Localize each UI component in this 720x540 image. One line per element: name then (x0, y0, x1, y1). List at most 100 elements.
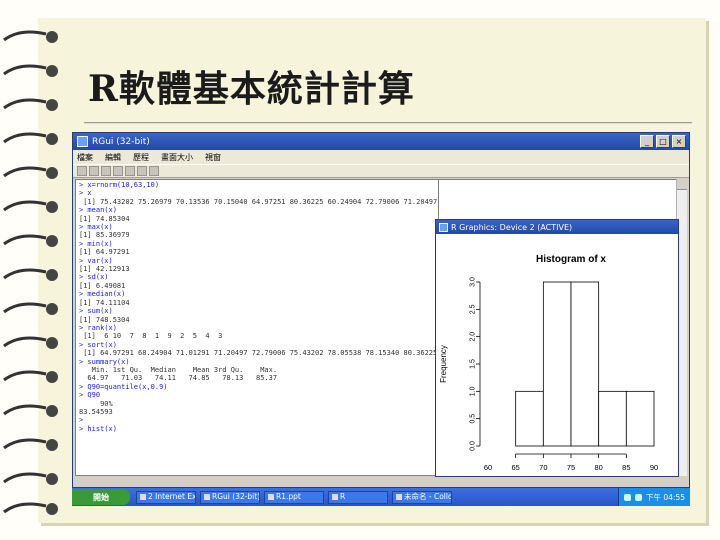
console-output: [1] 74.85304 (79, 214, 130, 223)
console-command: > rank(x) (79, 323, 117, 332)
console-command: > sd(x) (79, 273, 109, 282)
console-command: > x (79, 189, 92, 198)
r-graphics-window: R Graphics: Device 2 (ACTIVE) Histogram … (435, 219, 679, 477)
network-icon[interactable] (624, 493, 631, 501)
volume-icon[interactable] (635, 493, 642, 501)
taskbar-task[interactable]: RGui (32-bit) (200, 490, 260, 504)
r-console[interactable]: > x=rnorm(10,63,10) > x [1] 75.43202 75.2… (75, 179, 439, 476)
x-tick-label: 90 (650, 463, 658, 472)
console-output: 64.97 71.03 74.11 74.85 78.13 85.37 (79, 374, 278, 383)
menu-item-4[interactable]: 視窗 (205, 152, 221, 163)
histogram-bar (598, 390, 627, 447)
task-app-icon (396, 494, 402, 500)
console-command: > summary(x) (79, 357, 130, 366)
task-label: R (340, 492, 346, 501)
menu-item-3[interactable]: 畫面大小 (161, 152, 193, 163)
taskbar-task[interactable]: 未命名 - Collov... (392, 490, 452, 504)
paste-icon[interactable] (125, 166, 135, 176)
console-output: [1] 6.49081 (79, 281, 126, 290)
rgui-titlebar[interactable]: RGui (32-bit) _ □ × (73, 133, 689, 150)
taskbar-task[interactable]: 2 Internet Exp... (136, 490, 196, 504)
x-tick-label: 85 (622, 463, 630, 472)
load-workspace-icon[interactable] (89, 166, 99, 176)
y-tick-label: 2.5 (470, 304, 477, 314)
task-app-icon (268, 494, 274, 500)
histogram-plot: Histogram of x Frequency 0.0 0.5 1.0 1.5 2.0 2.… (436, 234, 678, 476)
x-tick-label: 80 (594, 463, 602, 472)
y-tick-label: 1.5 (470, 359, 477, 369)
console-output: [1] 64.97291 (79, 248, 130, 257)
task-label: R1.ppt (276, 492, 301, 501)
y-tick-label: 0.0 (470, 441, 477, 451)
console-output: [1] 6 10 7 8 1 9 2 5 4 3 (79, 332, 223, 341)
histogram-bar (515, 390, 544, 447)
task-app-icon (204, 494, 210, 500)
menu-item-0[interactable]: 檔案 (77, 152, 93, 163)
console-output: Min. 1st Qu. Median Mean 3rd Qu. Max. (79, 365, 278, 374)
console-output: [1] 42.12913 (79, 265, 130, 274)
r-app-icon (77, 136, 88, 147)
console-output: [1] 85.36979 (79, 231, 130, 240)
taskbar-task[interactable]: R1.ppt (264, 490, 324, 504)
console-output: [1] 74.11104 (79, 298, 130, 307)
taskbar-task[interactable]: R (328, 490, 388, 504)
console-command: > max(x) (79, 223, 113, 232)
y-tick-label: 2.0 (470, 332, 477, 342)
y-axis-label: Frequency (439, 345, 448, 383)
console-output: 83.54593 (79, 407, 113, 416)
console-command: > (79, 416, 84, 425)
save-workspace-icon[interactable] (101, 166, 111, 176)
console-command: > x=rnorm(10,63,10) (79, 181, 160, 189)
console-command: > sum(x) (79, 307, 113, 316)
task-label: 未命名 - Collov... (404, 492, 451, 501)
rgui-toolbar (73, 164, 689, 178)
close-button[interactable]: × (672, 135, 686, 148)
scroll-up-arrow[interactable] (677, 179, 687, 190)
console-output: [1] 75.43202 75.26979 70.13536 70.15040 … (79, 197, 439, 206)
y-tick-label: 1.0 (470, 386, 477, 396)
histogram-bar (570, 281, 600, 447)
task-app-icon (140, 494, 146, 500)
slide-title: R軟體基本統計計算 (88, 68, 415, 110)
task-app-icon (332, 494, 338, 500)
x-tick-label: 75 (567, 463, 575, 472)
console-output: [1] 64.97291 68.24904 71.01291 71.20497 … (79, 349, 439, 358)
clock: 下午 04:55 (646, 492, 685, 502)
start-button[interactable]: 開始 (72, 489, 130, 505)
x-tick-label: 70 (539, 463, 547, 472)
console-command: > Q90 (79, 391, 101, 400)
x-tick-label: 65 (511, 463, 519, 472)
y-tick-label: 3.0 (470, 277, 477, 287)
x-tick-label: 60 (484, 463, 492, 472)
open-script-icon[interactable] (77, 166, 87, 176)
maximize-button[interactable]: □ (656, 135, 670, 148)
copy-icon[interactable] (113, 166, 123, 176)
console-command: > median(x) (79, 290, 126, 299)
histogram-bar (625, 390, 655, 447)
task-label: 2 Internet Exp... (148, 492, 195, 501)
taskbar: 開始 2 Internet Exp... RGui (32-bit) R1.ppt R… (72, 488, 690, 506)
system-tray: 下午 04:55 (618, 488, 690, 506)
taskbar-tasks: 2 Internet Exp... RGui (32-bit) R1.ppt R 未命名… (136, 490, 456, 504)
graphics-titlebar[interactable]: R Graphics: Device 2 (ACTIVE) (436, 220, 678, 234)
console-command: > var(x) (79, 256, 113, 265)
stop-icon[interactable] (137, 166, 147, 176)
rgui-title: RGui (32-bit) (92, 136, 150, 147)
console-command: > min(x) (79, 239, 113, 248)
menu-item-2[interactable]: 歷程 (133, 152, 149, 163)
title-divider (84, 122, 692, 124)
r-graphics-icon (439, 222, 448, 232)
minimize-button[interactable]: _ (640, 135, 654, 148)
menu-item-1[interactable]: 編輯 (105, 152, 121, 163)
console-output: 90% (79, 399, 113, 408)
histogram-bar (542, 281, 572, 447)
task-label: RGui (32-bit) (212, 492, 260, 501)
print-icon[interactable] (149, 166, 159, 176)
histogram-svg: Histogram of x Frequency 0.0 0.5 1.0 1.5 2.0 2.… (439, 254, 658, 472)
chart-title: Histogram of x (536, 254, 606, 265)
console-command: > sort(x) (79, 340, 117, 349)
console-command: > hist(x) (79, 424, 117, 433)
console-command: > mean(x) (79, 206, 117, 215)
console-command: > Q90=quantile(x,0.9) (79, 382, 168, 391)
rgui-menubar: 檔案 編輯 歷程 畫面大小 視窗 (73, 150, 689, 164)
